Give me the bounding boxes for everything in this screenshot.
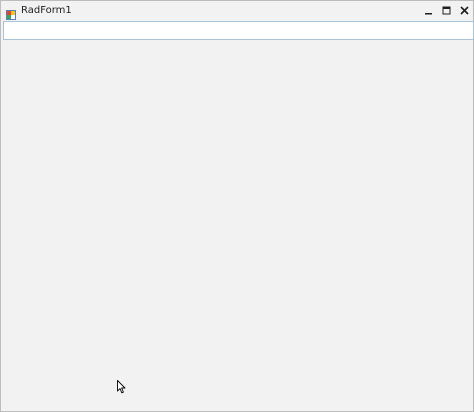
maximize-icon: [442, 6, 450, 14]
window-title: RadForm1: [21, 5, 72, 16]
app-window: RadForm1: [0, 0, 474, 412]
form-client-area: [1, 41, 473, 411]
minimize-button[interactable]: [419, 1, 437, 19]
text-box[interactable]: [3, 21, 474, 40]
title-bar[interactable]: RadForm1: [1, 1, 473, 20]
maximize-button[interactable]: [437, 1, 455, 19]
form-app-icon[interactable]: [6, 5, 16, 20]
close-icon: [459, 5, 469, 15]
minimize-icon: [424, 12, 432, 14]
close-button[interactable]: [455, 1, 473, 19]
mouse-pointer-icon: [117, 379, 127, 394]
